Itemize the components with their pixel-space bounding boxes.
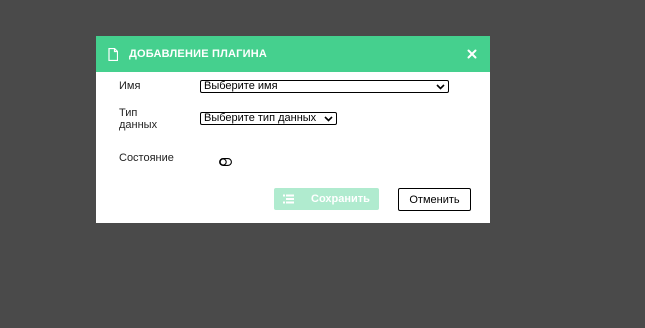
state-label: Состояние bbox=[119, 152, 174, 164]
name-select[interactable]: Выберите имя bbox=[200, 80, 449, 93]
document-icon bbox=[108, 47, 119, 61]
chevron-down-icon bbox=[323, 113, 334, 124]
name-label: Имя bbox=[119, 80, 141, 92]
cancel-button[interactable]: Отменить bbox=[398, 188, 471, 211]
state-row: Состояние bbox=[119, 152, 174, 164]
cancel-button-label: Отменить bbox=[409, 193, 460, 206]
type-label-line2: данных bbox=[119, 119, 158, 131]
name-select-value: Выберите имя bbox=[204, 81, 278, 92]
dialog-title: ДОБАВЛЕНИЕ ПЛАГИНА bbox=[129, 48, 267, 60]
chevron-down-icon bbox=[435, 81, 446, 92]
dialog-header: ДОБАВЛЕНИЕ ПЛАГИНА bbox=[96, 36, 490, 72]
save-button[interactable]: Сохранить bbox=[274, 188, 379, 210]
type-label-line1: Тип bbox=[119, 107, 138, 119]
save-button-label: Сохранить bbox=[311, 193, 370, 205]
list-icon bbox=[283, 194, 295, 204]
data-type-select[interactable]: Выберите тип данных bbox=[200, 112, 337, 125]
add-plugin-dialog: ДОБАВЛЕНИЕ ПЛАГИНА Имя Выберите имя Тип … bbox=[96, 36, 490, 223]
close-icon[interactable] bbox=[465, 47, 479, 61]
data-type-select-value: Выберите тип данных bbox=[204, 113, 317, 124]
type-row: Тип данных bbox=[119, 107, 157, 131]
name-row: Имя bbox=[119, 80, 140, 92]
state-toggle[interactable] bbox=[219, 153, 232, 166]
